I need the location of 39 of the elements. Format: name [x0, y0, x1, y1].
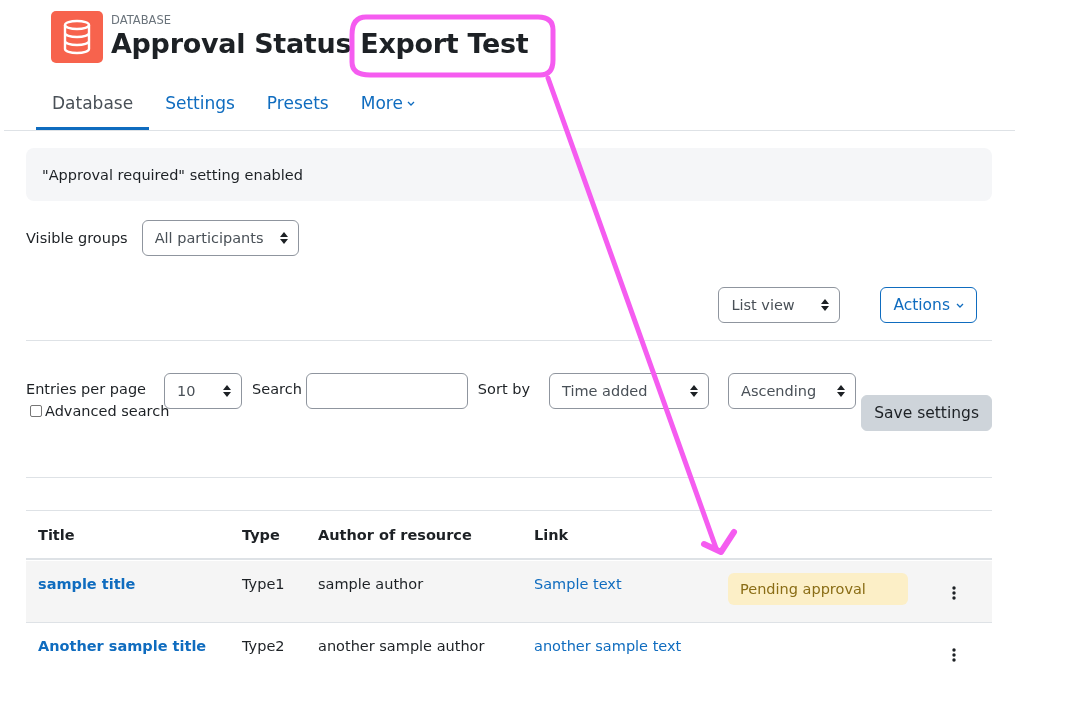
page-category: DATABASE	[111, 13, 172, 27]
status-badge: Pending approval	[728, 573, 908, 605]
nav-tab[interactable]: More	[344, 79, 431, 130]
caret-icon	[223, 385, 232, 397]
entry-title-link[interactable]: sample title	[38, 576, 136, 592]
save-settings-button[interactable]: Save settings	[861, 395, 992, 431]
table-cell: Type1	[242, 576, 285, 592]
caret-icon	[837, 385, 845, 397]
field-label: Entries per page	[26, 381, 147, 397]
checkbox[interactable]	[30, 405, 42, 417]
nav-tab[interactable]: Presets	[250, 79, 345, 130]
table-cell: Type2	[242, 638, 285, 654]
entry-link[interactable]: another sample text	[534, 638, 682, 654]
table-cell: sample author	[318, 576, 424, 592]
entries-select[interactable]: 10	[164, 373, 243, 409]
sort-select[interactable]: Time added	[549, 373, 709, 409]
field-label: Search	[252, 381, 302, 397]
groups-select[interactable]: All participants	[141, 220, 299, 256]
search-field[interactable]	[305, 373, 468, 409]
page-title: Approval Status Export Test	[111, 27, 529, 61]
field-label: Sort by	[477, 381, 530, 397]
caret-icon	[690, 385, 698, 397]
actions-button[interactable]: Actions	[880, 287, 977, 323]
chevron-down-icon	[406, 100, 415, 106]
entry-link[interactable]: Sample text	[534, 576, 622, 592]
entry-title-link[interactable]: Another sample title	[38, 638, 207, 654]
nav-tab[interactable]: Database	[36, 79, 150, 130]
chevron-down-icon	[956, 302, 964, 308]
kebab-icon	[952, 586, 956, 600]
view-select[interactable]: List view	[718, 287, 841, 323]
table-cell: another sample author	[318, 638, 485, 654]
info-alert: "Approval required" setting enabled	[26, 148, 992, 201]
field-label: Visible groups	[26, 230, 128, 246]
caret-icon	[279, 232, 288, 244]
caret-icon	[821, 299, 830, 311]
nav-tab[interactable]: Settings	[149, 79, 251, 130]
database-icon	[62, 19, 92, 55]
order-select[interactable]: Ascending	[728, 373, 856, 409]
kebab-icon	[952, 648, 956, 662]
